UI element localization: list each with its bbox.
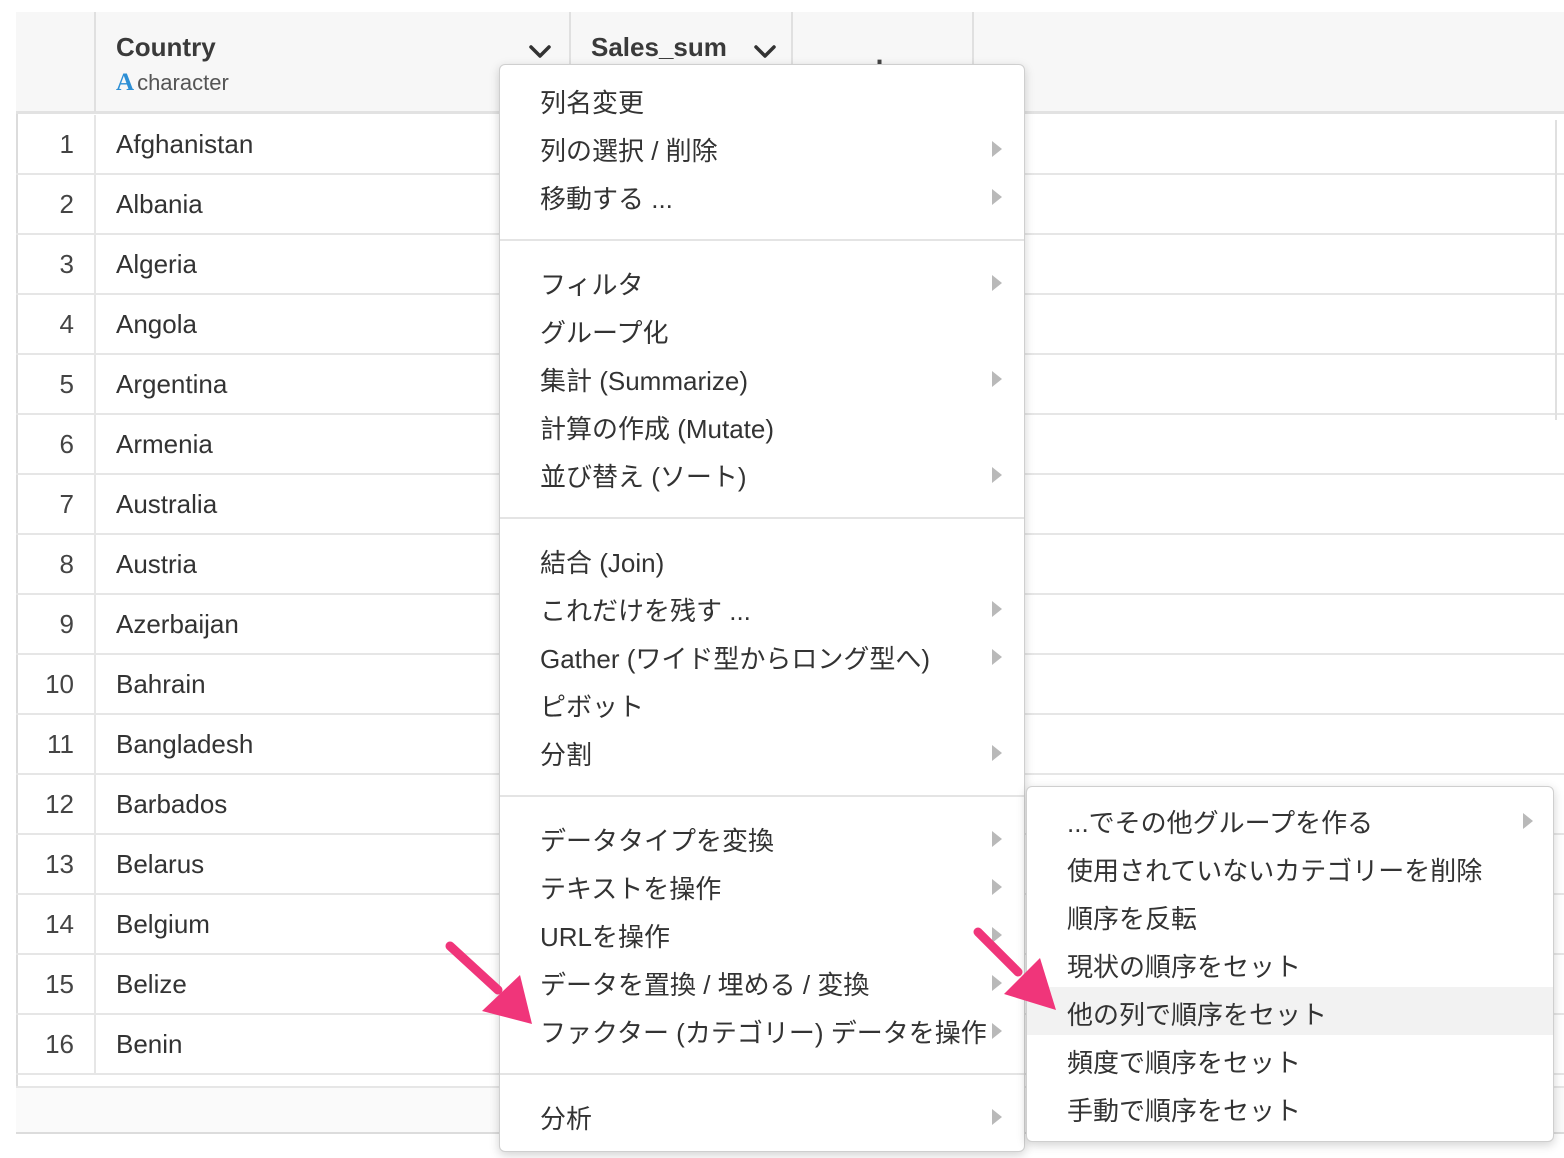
annotation-arrow-order-by-other-column	[973, 927, 1056, 1010]
annotation-arrows	[445, 927, 1056, 1024]
annotation-arrow-factor	[445, 941, 532, 1024]
